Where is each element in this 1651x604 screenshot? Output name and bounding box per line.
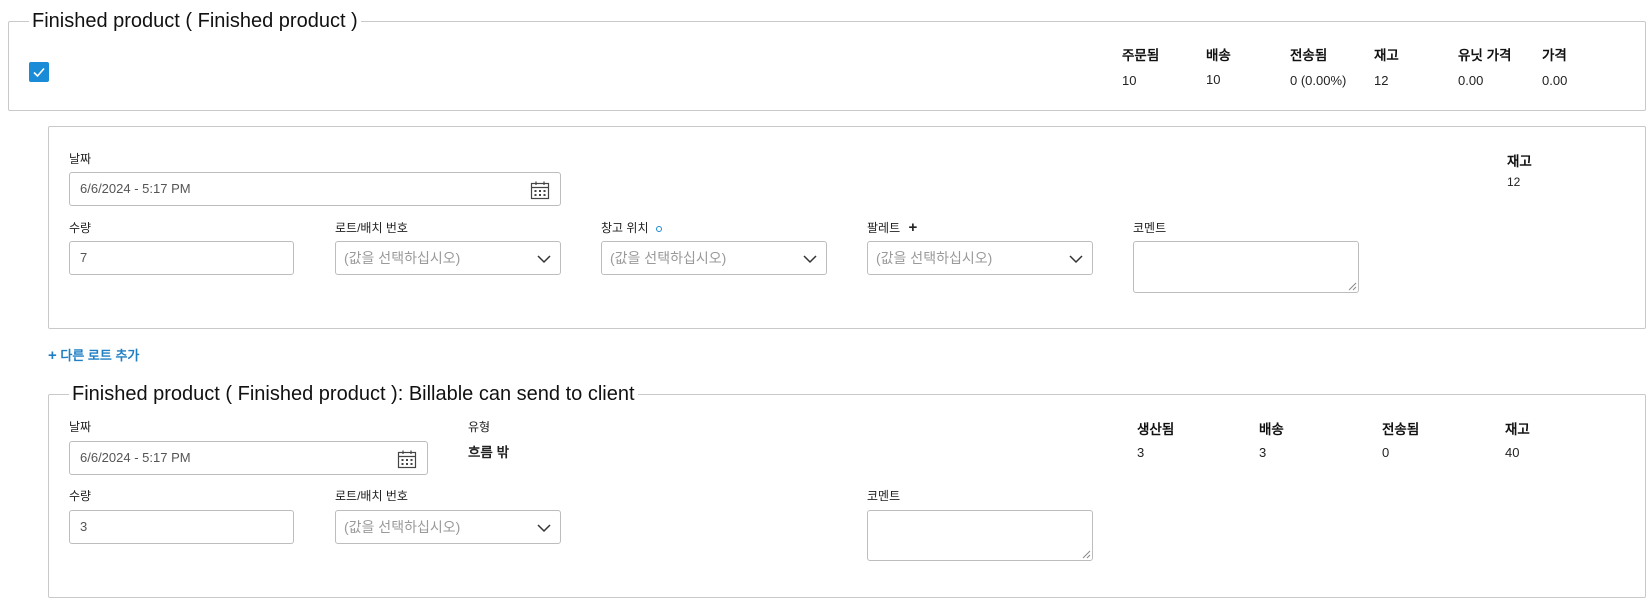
- lot-entry-panel: [48, 126, 1646, 329]
- billable-lot-number-label: 로트/배치 번호: [335, 489, 408, 503]
- billable-comment-textarea[interactable]: [867, 510, 1093, 561]
- type-value: 흐름 밖: [468, 445, 510, 460]
- col-transferred-value: 0 (0.00%): [1290, 73, 1347, 88]
- stock-label: 재고: [1507, 154, 1532, 169]
- pallet-text: 팔레트: [867, 221, 901, 235]
- warehouse-location-label: 창고 위치: [601, 219, 662, 236]
- col-stock-value: 40: [1505, 445, 1520, 460]
- chevron-down-icon: [803, 255, 817, 264]
- warehouse-location-select[interactable]: (값을 선택하십시오): [601, 241, 827, 275]
- col-transferred-label: 전송됨: [1382, 422, 1420, 437]
- col-price-value: 0.00: [1542, 73, 1568, 88]
- col-stock-label: 재고: [1374, 48, 1399, 63]
- col-transferred-label: 전송됨: [1290, 48, 1328, 63]
- col-transferred-value: 0: [1382, 445, 1390, 460]
- warehouse-location-text: 창고 위치: [601, 221, 649, 235]
- billable-comment-label: 코멘트: [867, 489, 901, 503]
- date-label: 날짜: [69, 152, 92, 166]
- col-ordered-value: 10: [1122, 73, 1137, 88]
- col-produced-label: 생산됨: [1137, 422, 1175, 437]
- add-another-lot-text: 다른 로트 추가: [60, 348, 140, 363]
- add-pallet-icon[interactable]: +: [908, 219, 917, 236]
- billable-lot-number-select[interactable]: (값을 선택하십시오): [335, 510, 561, 544]
- product-select-checkbox[interactable]: [29, 62, 49, 82]
- resize-grip-icon[interactable]: [1347, 281, 1357, 291]
- billable-lot-number-placeholder: (값을 선택하십시오): [344, 519, 461, 535]
- lot-number-select[interactable]: (값을 선택하십시오): [335, 241, 561, 275]
- chevron-down-icon: [537, 255, 551, 264]
- col-price-label: 가격: [1542, 48, 1567, 63]
- required-indicator-icon: [655, 225, 662, 232]
- col-ordered-label: 주문됨: [1122, 48, 1160, 63]
- product-summary-panel: Finished product ( Finished product ): [8, 10, 1646, 111]
- stock-value: 12: [1507, 175, 1521, 189]
- type-label: 유형: [468, 420, 491, 434]
- col-shipped-value: 10: [1206, 72, 1221, 87]
- billable-date-input[interactable]: 6/6/2024 - 5:17 PM: [69, 441, 428, 475]
- pallet-select[interactable]: (값을 선택하십시오): [867, 241, 1093, 275]
- chevron-down-icon: [537, 524, 551, 533]
- lot-number-label: 로트/배치 번호: [335, 221, 408, 235]
- col-shipped-label: 배송: [1206, 48, 1231, 63]
- pallet-placeholder: (값을 선택하십시오): [876, 250, 993, 266]
- lot-number-placeholder: (값을 선택하십시오): [344, 250, 461, 266]
- calendar-icon[interactable]: [530, 180, 550, 200]
- billable-date-label: 날짜: [69, 420, 92, 434]
- col-shipped-value: 3: [1259, 445, 1267, 460]
- comment-label: 코멘트: [1133, 221, 1167, 235]
- pallet-label: 팔레트 +: [867, 219, 917, 236]
- col-produced-value: 3: [1137, 445, 1145, 460]
- comment-textarea[interactable]: [1133, 241, 1359, 293]
- billable-panel: Finished product ( Finished product ): B…: [48, 383, 1646, 598]
- add-another-lot-link[interactable]: + 다른 로트 추가: [48, 345, 139, 364]
- col-unit-price-value: 0.00: [1458, 73, 1484, 88]
- billable-quantity-value: 3: [80, 519, 88, 534]
- col-shipped-label: 배송: [1259, 422, 1284, 437]
- billable-date-value: 6/6/2024 - 5:17 PM: [80, 450, 191, 465]
- billable-quantity-input[interactable]: 3: [69, 510, 294, 544]
- quantity-label: 수량: [69, 221, 92, 235]
- date-input[interactable]: 6/6/2024 - 5:17 PM: [69, 172, 561, 206]
- product-title: Finished product ( Finished product ): [32, 10, 358, 32]
- quantity-input[interactable]: 7: [69, 241, 294, 275]
- quantity-value: 7: [80, 250, 88, 265]
- calendar-icon[interactable]: [397, 449, 417, 469]
- col-unit-price-label: 유닛 가격: [1458, 48, 1512, 63]
- col-stock-label: 재고: [1505, 422, 1530, 437]
- col-stock-value: 12: [1374, 73, 1389, 88]
- warehouse-location-placeholder: (값을 선택하십시오): [610, 250, 727, 266]
- check-icon: [33, 67, 45, 78]
- date-value: 6/6/2024 - 5:17 PM: [80, 181, 191, 196]
- billable-title: Finished product ( Finished product ): B…: [72, 383, 635, 405]
- plus-icon: +: [48, 347, 57, 364]
- chevron-down-icon: [1069, 255, 1083, 264]
- resize-grip-icon[interactable]: [1081, 549, 1091, 559]
- billable-quantity-label: 수량: [69, 489, 92, 503]
